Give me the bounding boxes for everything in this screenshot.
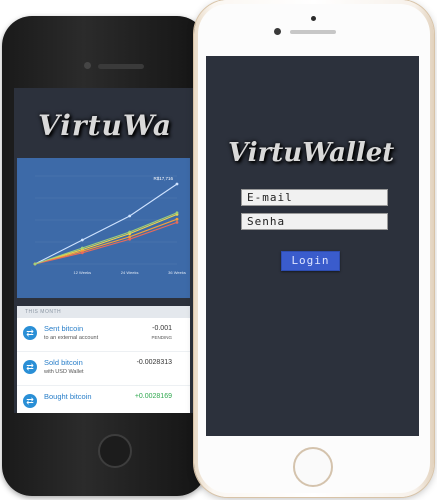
transaction-row[interactable]: ⇄ Bought bitcoin +0.0028169	[17, 386, 190, 413]
transaction-amount: +0.0028169	[134, 393, 172, 400]
device-mockup: VirtuWa 12 Weeks 24 Weeks 36 Weeks R$17,716…	[0, 0, 437, 500]
camera-icon	[84, 62, 91, 69]
chart-tick-label: 24 Weeks	[121, 270, 139, 275]
chart-point	[128, 214, 132, 218]
earpiece	[98, 64, 144, 69]
chart-series-line	[34, 212, 178, 265]
portfolio-chart: 12 Weeks 24 Weeks 36 Weeks R$17,716	[17, 158, 190, 298]
login-button[interactable]: Login	[281, 251, 340, 271]
transaction-title: Sold bitcoin	[44, 358, 83, 367]
home-button[interactable]	[293, 447, 333, 487]
bitcoin-icon: ⇄	[23, 326, 37, 340]
chart-point	[128, 235, 132, 239]
transaction-row[interactable]: ⇄ Sold bitcoin with USD Wallet -0.002831…	[17, 352, 190, 386]
transaction-status: PENDING	[151, 335, 172, 340]
transaction-title: Sent bitcoin	[44, 324, 84, 333]
camera-icon	[311, 16, 316, 21]
transaction-subtitle: with USD Wallet	[44, 369, 84, 375]
front-phone: VirtuWallet Login	[194, 0, 434, 497]
chart-svg: 12 Weeks 24 Weeks 36 Weeks R$17,716	[33, 175, 186, 275]
transaction-amount: -0.001	[152, 325, 172, 332]
chart-point	[175, 182, 179, 186]
email-field[interactable]	[241, 189, 388, 206]
chart-point	[33, 262, 37, 266]
home-button[interactable]	[98, 434, 132, 468]
password-field[interactable]	[241, 213, 388, 230]
back-phone-screen: VirtuWa 12 Weeks 24 Weeks 36 Weeks R$17,716…	[14, 88, 194, 413]
chart-point	[175, 217, 179, 221]
chart-tick-label: 36 Weeks	[168, 270, 186, 275]
transactions-header: THIS MONTH	[17, 306, 190, 318]
bitcoin-icon: ⇄	[23, 360, 37, 374]
app-logo: VirtuWallet	[228, 138, 395, 168]
back-phone: VirtuWa 12 Weeks 24 Weeks 36 Weeks R$17,716…	[2, 16, 207, 496]
transaction-subtitle: to an external account	[44, 335, 99, 341]
chart-series-line	[34, 183, 178, 265]
chart-point	[80, 246, 84, 250]
bitcoin-icon: ⇄	[23, 394, 37, 408]
chart-point	[175, 211, 179, 215]
app-logo: VirtuWa	[38, 109, 173, 142]
chart-point	[80, 251, 84, 255]
chart-point	[175, 221, 179, 224]
chart-point	[128, 230, 132, 234]
front-camera-icon	[274, 28, 281, 35]
transaction-title: Bought bitcoin	[44, 392, 92, 401]
chart-point	[128, 237, 132, 241]
login-screen: VirtuWallet Login	[206, 56, 419, 436]
transactions-panel: THIS MONTH ⇄ Sent bitcoin to an external…	[17, 306, 190, 413]
chart-data-label: R$17,716	[153, 176, 173, 181]
chart-point	[80, 238, 84, 242]
chart-tick-label: 12 Weeks	[73, 270, 91, 275]
transaction-amount: -0.0028313	[136, 359, 172, 366]
earpiece	[290, 30, 336, 34]
transaction-row[interactable]: ⇄ Sent bitcoin to an external account -0…	[17, 318, 190, 352]
